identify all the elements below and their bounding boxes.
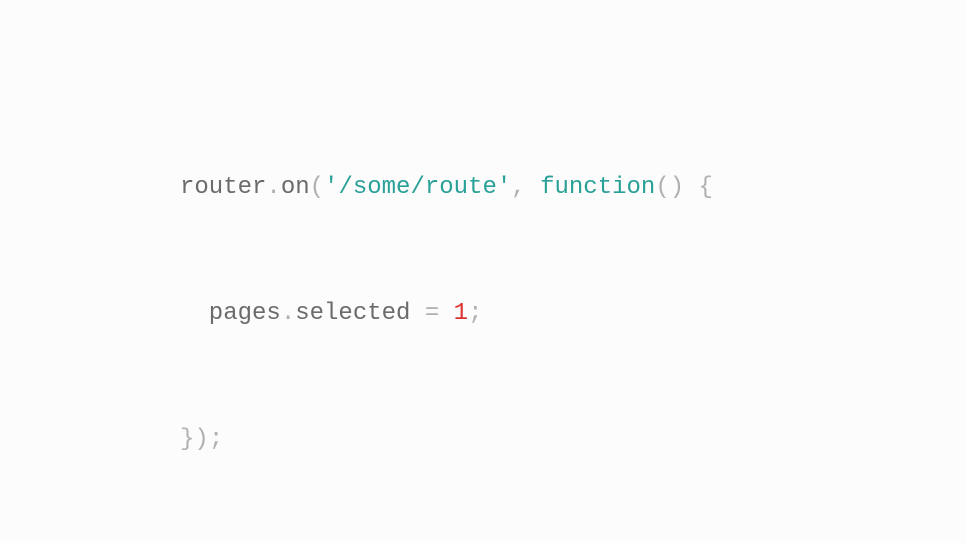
brace-open: { [684, 174, 713, 201]
open-paren: ( [310, 174, 324, 201]
number-literal: 1 [454, 300, 468, 327]
identifier-router: router [180, 174, 266, 201]
code-line-2: pages.selected = 1; [180, 293, 713, 335]
comma: , [511, 174, 540, 201]
dot: . [281, 300, 295, 327]
semicolon: ; [209, 426, 223, 453]
semicolon: ; [468, 300, 482, 327]
keyword-function: function [540, 174, 655, 201]
equals: = [410, 300, 453, 327]
close-paren: ) [194, 426, 208, 453]
code-line-1: router.on('/some/route', function() { [180, 125, 713, 209]
method-on: on [281, 174, 310, 201]
string-route: '/some/route' [324, 174, 511, 201]
dot: . [266, 174, 280, 201]
code-snippet: router.on('/some/route', function() { pa… [180, 41, 713, 503]
property-selected: selected [295, 300, 410, 327]
identifier-pages: pages [209, 300, 281, 327]
brace-close: } [180, 426, 194, 453]
empty-parens: () [655, 174, 684, 201]
code-line-3: }); [180, 419, 713, 461]
